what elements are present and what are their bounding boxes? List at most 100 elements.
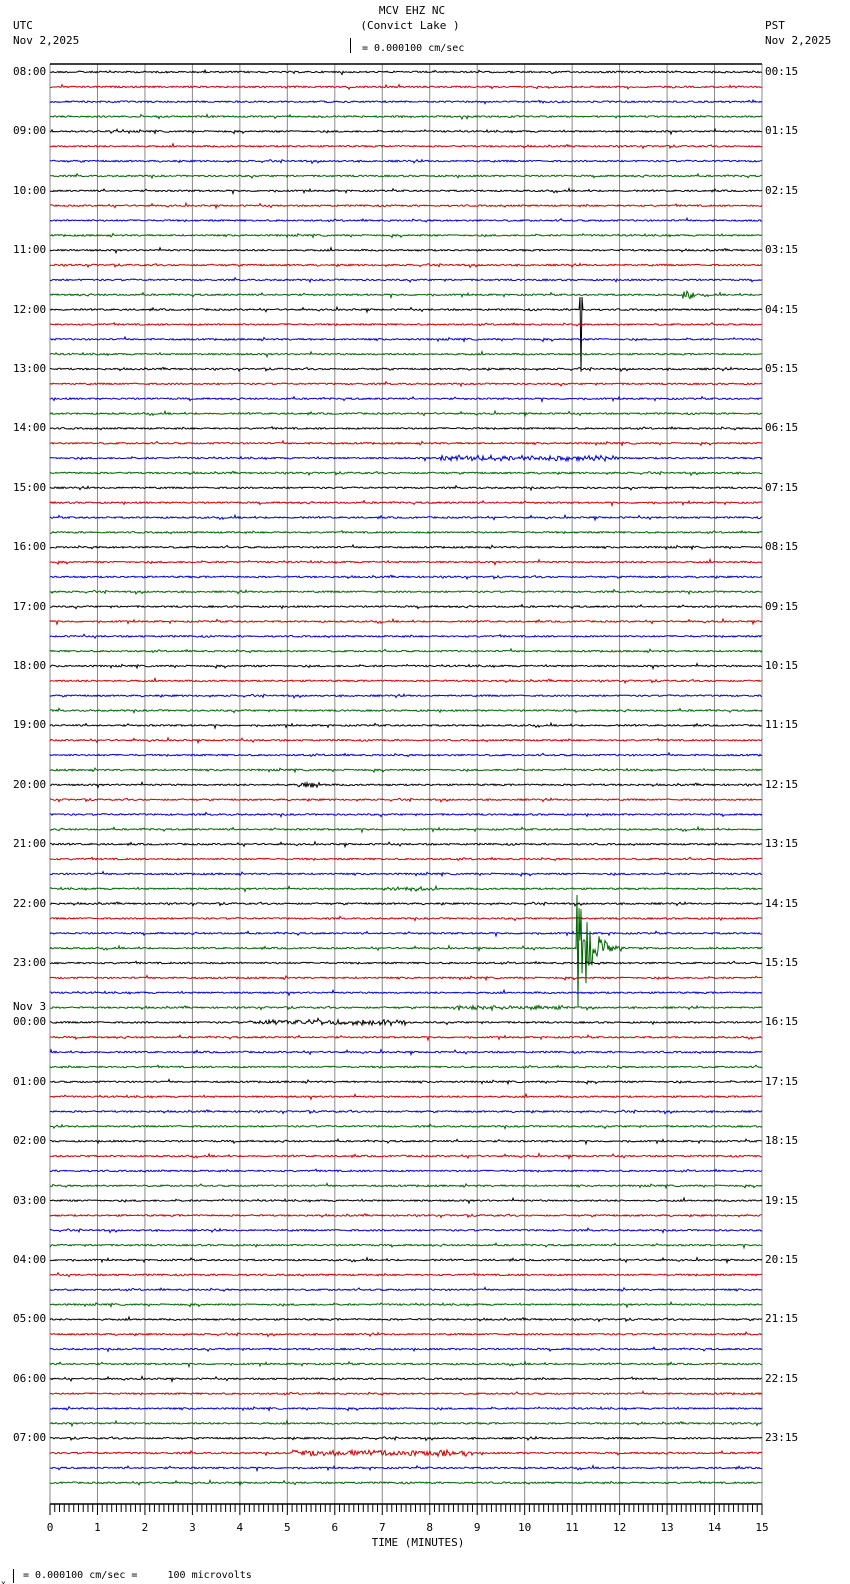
trace-line	[49, 1241, 763, 1250]
trace-line	[49, 1078, 763, 1086]
trace-line	[49, 1182, 763, 1190]
utc-hour-label: 05:00	[13, 1312, 47, 1326]
trace-line	[49, 1256, 763, 1265]
x-tick-label: 1	[94, 1521, 101, 1534]
pst-hour-label: 16:15	[765, 1015, 799, 1029]
trace-line	[49, 1212, 762, 1219]
utc-hour-label: 06:00	[13, 1371, 47, 1385]
trace-line	[49, 811, 763, 819]
trace-line	[49, 380, 763, 388]
trace-line	[49, 172, 763, 180]
trace-line	[49, 246, 763, 255]
trace-line	[49, 187, 763, 196]
utc-hour-label: 12:00	[13, 302, 47, 316]
trace-line	[49, 499, 763, 508]
trace-line	[49, 98, 763, 105]
trace-line	[49, 1315, 763, 1323]
utc-hour-label: 16:00	[13, 540, 47, 554]
x-tick-label: 12	[612, 1521, 627, 1534]
trace-line	[49, 707, 763, 715]
trace-line	[49, 856, 763, 862]
trace-line	[49, 1092, 763, 1101]
trace-line	[49, 127, 763, 136]
utc-hour-label: 23:00	[13, 956, 47, 969]
trace-line	[49, 1064, 763, 1070]
pst-hour-label: 02:15	[765, 183, 799, 197]
trace-line	[49, 83, 763, 91]
pst-hour-label: 08:15	[765, 540, 799, 554]
trace-line	[49, 1405, 763, 1413]
utc-hour-label: 14:00	[13, 421, 47, 435]
pst-hour-label: 06:15	[765, 421, 799, 435]
trace-line	[49, 796, 763, 803]
footer-scale-note: = 0.000100 cm/sec = 100 microvolts	[23, 1570, 252, 1581]
trace-line	[49, 216, 763, 223]
trace-line	[49, 470, 763, 477]
trace-line	[49, 1271, 763, 1278]
x-tick-label: 7	[378, 1521, 386, 1534]
utc-hour-label: 03:00	[13, 1193, 47, 1207]
pst-hour-label: 23:15	[765, 1431, 799, 1445]
trace-line	[49, 366, 763, 373]
trace-line	[49, 588, 763, 596]
trace-line	[49, 840, 763, 849]
trace-line	[49, 513, 763, 522]
pst-hour-label: 04:15	[765, 302, 799, 316]
x-tick-label: 3	[189, 1521, 196, 1534]
trace-line	[49, 113, 763, 121]
pst-hour-label: 12:15	[765, 777, 799, 791]
trace-line	[49, 736, 763, 745]
x-tick-label: 10	[518, 1521, 532, 1534]
trace-line	[49, 232, 763, 239]
trace-line	[49, 1109, 763, 1115]
trace-line	[49, 1286, 763, 1292]
trace-line	[49, 693, 763, 699]
x-tick-label: 8	[426, 1521, 434, 1534]
utc-hour-label: 18:00	[13, 659, 47, 672]
x-tick-label: 15	[755, 1521, 769, 1534]
trace-line	[49, 1360, 763, 1369]
trace-line	[49, 1196, 763, 1205]
utc-hour-label: 00:00	[13, 1015, 47, 1029]
pst-hour-label: 20:15	[765, 1253, 799, 1266]
trace-line	[50, 603, 763, 610]
pst-hour-label: 22:15	[765, 1371, 799, 1385]
utc-hour-label: 02:00	[13, 1134, 47, 1148]
trace-line	[49, 349, 763, 359]
trace-line	[49, 289, 763, 300]
x-tick-label: 5	[284, 1521, 291, 1534]
trace-line	[49, 296, 763, 372]
x-tick-label: 2	[141, 1521, 149, 1534]
trace-line	[49, 439, 763, 447]
trace-line	[49, 1478, 763, 1487]
trace-line	[49, 751, 763, 758]
pst-hour-label: 17:15	[765, 1074, 799, 1088]
trace-line	[49, 974, 763, 982]
trace-line	[49, 1300, 763, 1309]
trace-line	[49, 1048, 763, 1057]
trace-line	[49, 894, 763, 1007]
utc-hour-label: 15:00	[13, 480, 47, 494]
trace-line	[50, 1331, 763, 1338]
trace-line	[49, 1345, 763, 1353]
trace-line	[49, 409, 763, 418]
trace-line	[50, 1034, 763, 1042]
utc-hour-label: 19:00	[13, 718, 47, 732]
utc-hour-label: 07:00	[13, 1431, 47, 1445]
x-tick-label: 6	[331, 1521, 339, 1534]
trace-line	[49, 1419, 763, 1428]
trace-line	[49, 767, 763, 774]
trace-line	[49, 1448, 763, 1458]
trace-line	[49, 825, 763, 834]
pst-hour-label: 11:15	[765, 718, 799, 732]
pst-hour-label: 15:15	[765, 956, 799, 969]
utc-hour-label: 22:00	[13, 896, 47, 910]
trace-line	[49, 960, 763, 966]
trace-line	[49, 1152, 763, 1161]
utc-hour-label: 09:00	[13, 124, 47, 138]
utc-hour-label: 08:00	[13, 65, 47, 78]
trace-line	[49, 1123, 763, 1130]
trace-line	[49, 158, 763, 165]
pst-hour-label: 10:15	[765, 659, 799, 672]
trace-line	[49, 930, 762, 938]
